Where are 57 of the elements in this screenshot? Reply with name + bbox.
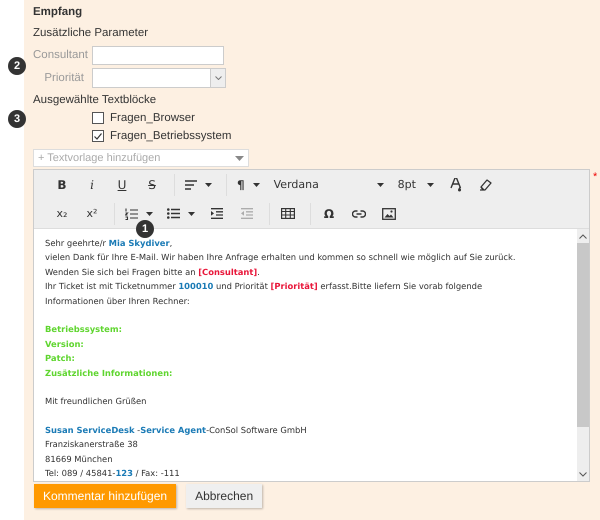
editor-text-line: Mit freundlichen Grüßen [45, 395, 148, 408]
caret-icon [252, 182, 260, 186]
checkbox-label: Fragen_Betriebssystem [110, 130, 232, 142]
checkbox-label: Fragen_Browser [110, 112, 196, 124]
group-title: Ausgewählte Textblöcke [33, 93, 158, 108]
table-icon [281, 208, 295, 219]
caret-icon [146, 212, 153, 216]
group-title: Zusätzliche Parameter [33, 26, 150, 41]
numbered-list-icon [125, 208, 138, 220]
superscript-button[interactable]: x² [80, 202, 104, 224]
font-size-dropdown[interactable]: 8pt [394, 174, 438, 196]
editor-text-line: Betriebssystem: [45, 323, 123, 336]
checkmark-icon [94, 132, 102, 140]
outdent-icon [241, 208, 253, 219]
caret-icon [205, 182, 212, 186]
strikethrough-button[interactable]: S [140, 174, 164, 196]
text-color-icon [450, 178, 462, 192]
special-character-button[interactable]: Ω [317, 202, 341, 224]
input-field[interactable] [92, 46, 224, 64]
editor-text-line: Informationen über Ihren Rechner: [45, 294, 191, 308]
editor-text-line: 81669 München [45, 452, 114, 466]
indent-icon [211, 208, 223, 219]
subscript-button[interactable]: x₂ [50, 202, 74, 224]
editor-text-line: Patch: [45, 352, 76, 366]
image-icon [382, 208, 396, 220]
caret-icon [426, 182, 434, 186]
editor-text-line: Susan ServiceDesk -Service Agent-ConSol Software GmbH [45, 424, 308, 438]
editor-text-line: Ihr Ticket ist mit Ticketnummer 100010 und Priorität [Priorität] erfasst.Bitte liefern Sie vorab folgende [45, 280, 484, 294]
editor-text-line: Version: [45, 338, 85, 351]
scrollbar[interactable] [577, 229, 589, 481]
editor-text-line: Wenden Sie sich bei Fragen bitte an [Consultant]. [45, 266, 261, 279]
caret-icon [188, 212, 195, 216]
chevron-down-icon [579, 472, 587, 477]
editor-text-line: Tel: 089 / 45841-123 / Fax: -111 [45, 467, 181, 480]
bullet-list-icon [167, 208, 180, 219]
chevron-down-icon [214, 76, 222, 80]
eraser-icon [479, 178, 492, 190]
underline-button[interactable]: U [110, 174, 134, 196]
required-mark: * [593, 171, 598, 183]
bold-button[interactable]: B [50, 174, 74, 196]
align-icon [185, 180, 197, 190]
italic-button[interactable]: i [80, 174, 104, 196]
editor-text-line: Zusätzliche Informationen: [45, 366, 174, 380]
editor-text-line: Franziskanerstraße 38 [45, 438, 139, 452]
field-label: Priorität [43, 72, 84, 84]
caret-icon [376, 182, 384, 186]
caret-icon [235, 156, 244, 160]
link-icon [352, 210, 366, 218]
editor-text-line: Sehr geehrte/r Mia Skydiver, [45, 237, 174, 250]
section-title: Empfang [33, 5, 84, 20]
paragraph-button[interactable]: ¶ [233, 174, 264, 196]
editor-text-line: vielen Dank für Ihre E-Mail. Wir haben Ihre Anfrage erhalten und kommen so schnell wie möglich auf Sie zurück. [45, 251, 517, 264]
cancel-button[interactable]: Abbrechen [186, 484, 262, 508]
chevron-up-icon [579, 234, 587, 239]
font-dropdown[interactable]: Verdana [270, 174, 388, 196]
checkbox[interactable] [92, 130, 104, 142]
checkbox[interactable] [92, 112, 104, 124]
